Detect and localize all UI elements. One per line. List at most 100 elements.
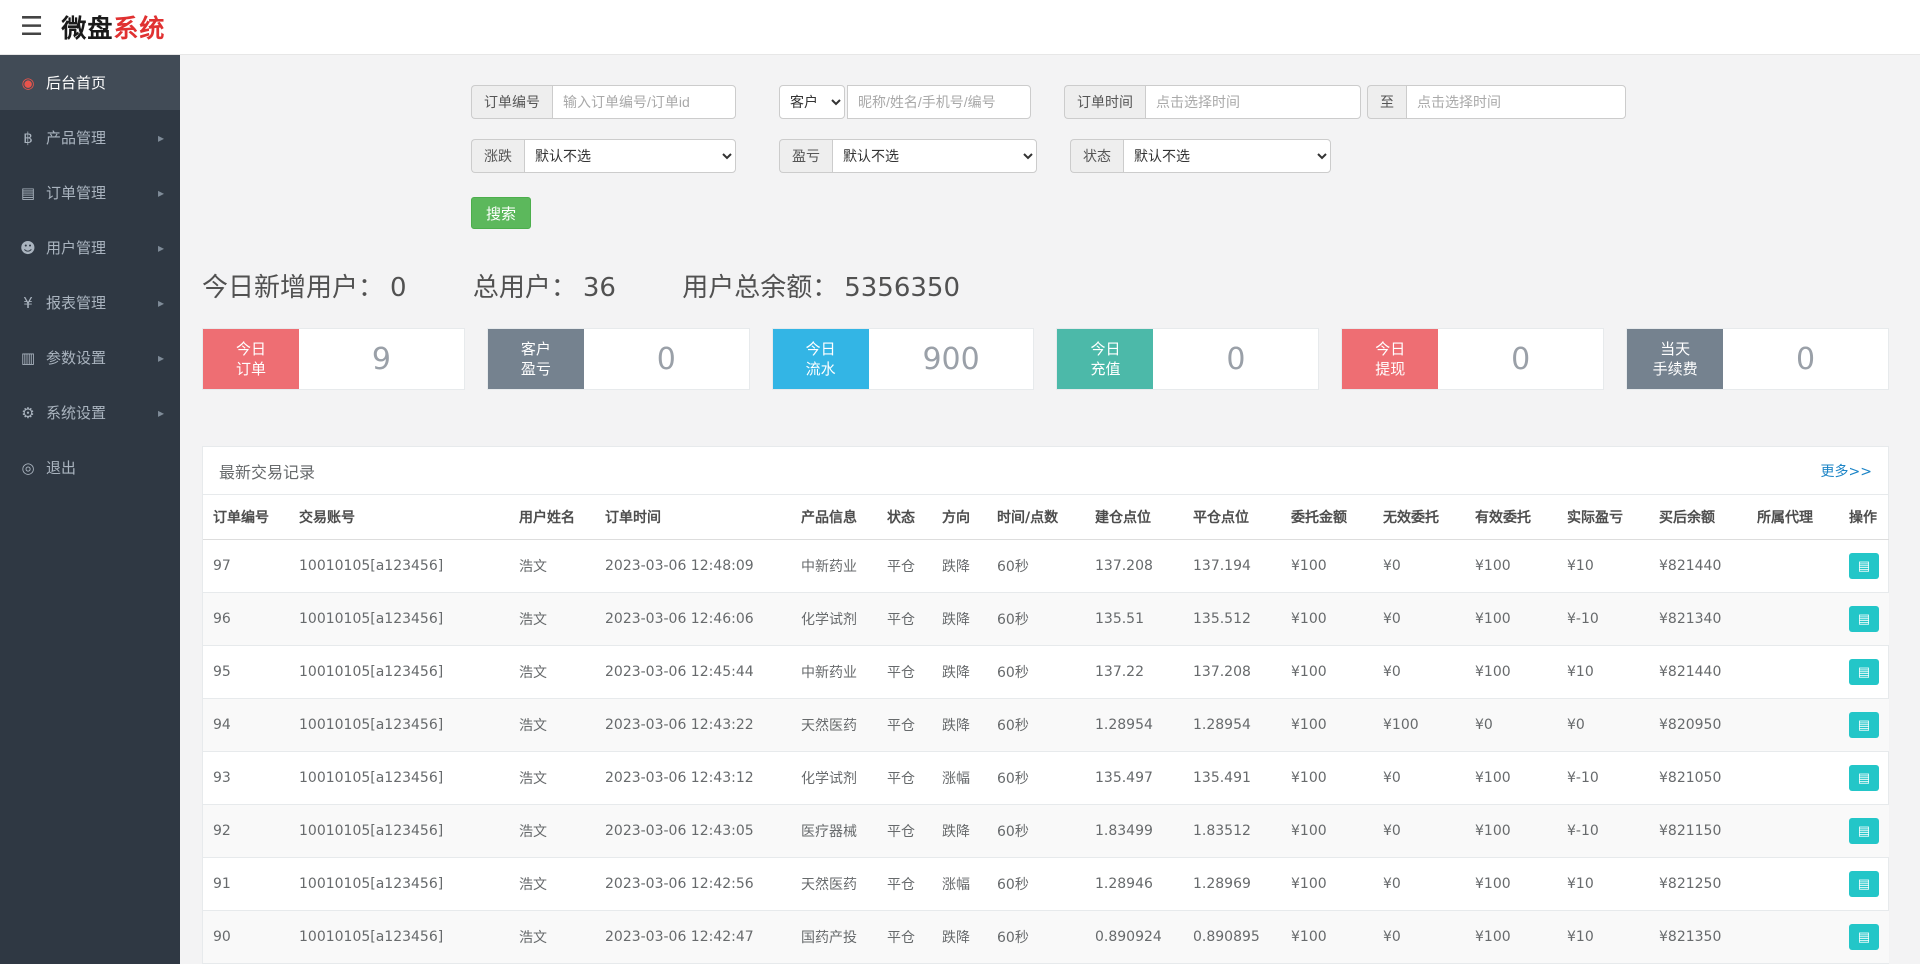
menu-toggle-icon[interactable]: ☰: [20, 14, 43, 40]
logout-icon: ◎: [16, 459, 40, 477]
cell-product: 中新药业: [791, 540, 877, 593]
cell-account: 10010105[a123456]: [289, 911, 509, 964]
cell-user-name: 浩文: [509, 540, 595, 593]
sidebar-item-label: 报表管理: [46, 292, 106, 313]
column-header: 平仓点位: [1183, 495, 1281, 540]
cell-order-time: 2023-03-06 12:43:05: [595, 805, 791, 858]
stat-card: 今日订单9: [202, 328, 465, 390]
cell-valid-amount: ¥100: [1465, 540, 1557, 593]
cell-direction: 涨幅: [932, 858, 987, 911]
table-row: 9710010105[a123456]浩文2023-03-06 12:48:09…: [203, 540, 1889, 593]
cell-status: 平仓: [877, 593, 932, 646]
customer-input[interactable]: [847, 85, 1031, 119]
cell-open-price: 137.22: [1085, 646, 1183, 699]
stat-card-label: 今日订单: [203, 329, 299, 389]
profit-group: 盈亏 默认不选: [779, 139, 1037, 173]
cell-duration: 60秒: [987, 540, 1085, 593]
sidebar-item-order[interactable]: ▤订单管理▸: [0, 165, 180, 220]
cell-user-name: 浩文: [509, 911, 595, 964]
brand-text-red: 系统: [113, 14, 165, 43]
stat-card: 客户盈亏0: [487, 328, 750, 390]
status-select[interactable]: 默认不选: [1123, 139, 1331, 173]
cell-amount: ¥100: [1281, 911, 1373, 964]
more-link[interactable]: 更多>>: [1821, 461, 1872, 481]
table-row: 9110010105[a123456]浩文2023-03-06 12:42:56…: [203, 858, 1889, 911]
sidebar-item-home[interactable]: ◉后台首页: [0, 55, 180, 110]
order-no-label: 订单编号: [471, 85, 552, 119]
cell-order-id: 97: [203, 540, 289, 593]
cell-balance: ¥821440: [1649, 646, 1747, 699]
time-end-input[interactable]: [1406, 85, 1626, 119]
cell-invalid-amount: ¥0: [1373, 752, 1465, 805]
stat-card-value: 900: [869, 329, 1034, 389]
cell-agent: [1747, 699, 1839, 752]
detail-list-icon: ▤: [1858, 611, 1870, 627]
report-icon: ¥: [16, 294, 40, 312]
row-detail-button[interactable]: ▤: [1849, 765, 1879, 791]
row-detail-button[interactable]: ▤: [1849, 553, 1879, 579]
cell-direction: 跌降: [932, 911, 987, 964]
cell-order-time: 2023-03-06 12:42:47: [595, 911, 791, 964]
cell-status: 平仓: [877, 858, 932, 911]
row-detail-button[interactable]: ▤: [1849, 871, 1879, 897]
cell-user-name: 浩文: [509, 699, 595, 752]
cell-invalid-amount: ¥0: [1373, 646, 1465, 699]
panel-head: 最新交易记录 更多>>: [203, 447, 1888, 495]
row-detail-button[interactable]: ▤: [1849, 712, 1879, 738]
cell-duration: 60秒: [987, 699, 1085, 752]
cell-operation: ▤: [1839, 752, 1889, 805]
sidebar-item-params[interactable]: ▥参数设置▸: [0, 330, 180, 385]
sidebar-item-logout[interactable]: ◎退出: [0, 440, 180, 495]
cell-valid-amount: ¥100: [1465, 593, 1557, 646]
sidebar-item-product[interactable]: ฿产品管理▸: [0, 110, 180, 165]
order-no-group: 订单编号: [471, 85, 736, 119]
cell-balance: ¥821050: [1649, 752, 1747, 805]
sidebar-item-report[interactable]: ¥报表管理▸: [0, 275, 180, 330]
cell-open-price: 1.28954: [1085, 699, 1183, 752]
cell-order-id: 94: [203, 699, 289, 752]
cell-close-price: 1.83512: [1183, 805, 1281, 858]
table-row: 9210010105[a123456]浩文2023-03-06 12:43:05…: [203, 805, 1889, 858]
updown-group: 涨跌 默认不选: [471, 139, 736, 173]
cell-order-time: 2023-03-06 12:42:56: [595, 858, 791, 911]
stat-card-label-line2: 手续费: [1653, 359, 1698, 379]
order-no-input[interactable]: [552, 85, 736, 119]
time-start-input[interactable]: [1145, 85, 1361, 119]
cell-balance: ¥821250: [1649, 858, 1747, 911]
cell-status: 平仓: [877, 646, 932, 699]
cell-operation: ▤: [1839, 540, 1889, 593]
row-detail-button[interactable]: ▤: [1849, 659, 1879, 685]
cell-invalid-amount: ¥0: [1373, 911, 1465, 964]
row-detail-button[interactable]: ▤: [1849, 818, 1879, 844]
chevron-right-icon: ▸: [158, 131, 164, 145]
cell-user-name: 浩文: [509, 805, 595, 858]
order-time-label: 订单时间: [1064, 85, 1145, 119]
chevron-right-icon: ▸: [158, 351, 164, 365]
customer-type-select[interactable]: 客户: [779, 85, 845, 119]
row-detail-button[interactable]: ▤: [1849, 606, 1879, 632]
stat-card-value: 0: [1438, 329, 1603, 389]
cell-duration: 60秒: [987, 752, 1085, 805]
cell-direction: 跌降: [932, 593, 987, 646]
profit-select[interactable]: 默认不选: [832, 139, 1037, 173]
row-detail-button[interactable]: ▤: [1849, 924, 1879, 950]
cell-order-time: 2023-03-06 12:45:44: [595, 646, 791, 699]
search-button[interactable]: 搜索: [471, 197, 531, 229]
cell-user-name: 浩文: [509, 593, 595, 646]
stat-card-label-line2: 订单: [236, 359, 266, 379]
table-row: 9010010105[a123456]浩文2023-03-06 12:42:47…: [203, 911, 1889, 964]
cell-close-price: 135.491: [1183, 752, 1281, 805]
to-label: 至: [1367, 85, 1406, 119]
params-icon: ▥: [16, 349, 40, 367]
stat-card-label-line2: 提现: [1375, 359, 1405, 379]
sidebar-item-system[interactable]: ⚙系统设置▸: [0, 385, 180, 440]
cell-amount: ¥100: [1281, 699, 1373, 752]
detail-list-icon: ▤: [1858, 876, 1870, 892]
cell-invalid-amount: ¥0: [1373, 593, 1465, 646]
cell-direction: 跌降: [932, 646, 987, 699]
updown-select[interactable]: 默认不选: [524, 139, 736, 173]
cell-order-id: 91: [203, 858, 289, 911]
cell-direction: 跌降: [932, 805, 987, 858]
sidebar-item-user[interactable]: ☻用户管理▸: [0, 220, 180, 275]
cell-duration: 60秒: [987, 593, 1085, 646]
